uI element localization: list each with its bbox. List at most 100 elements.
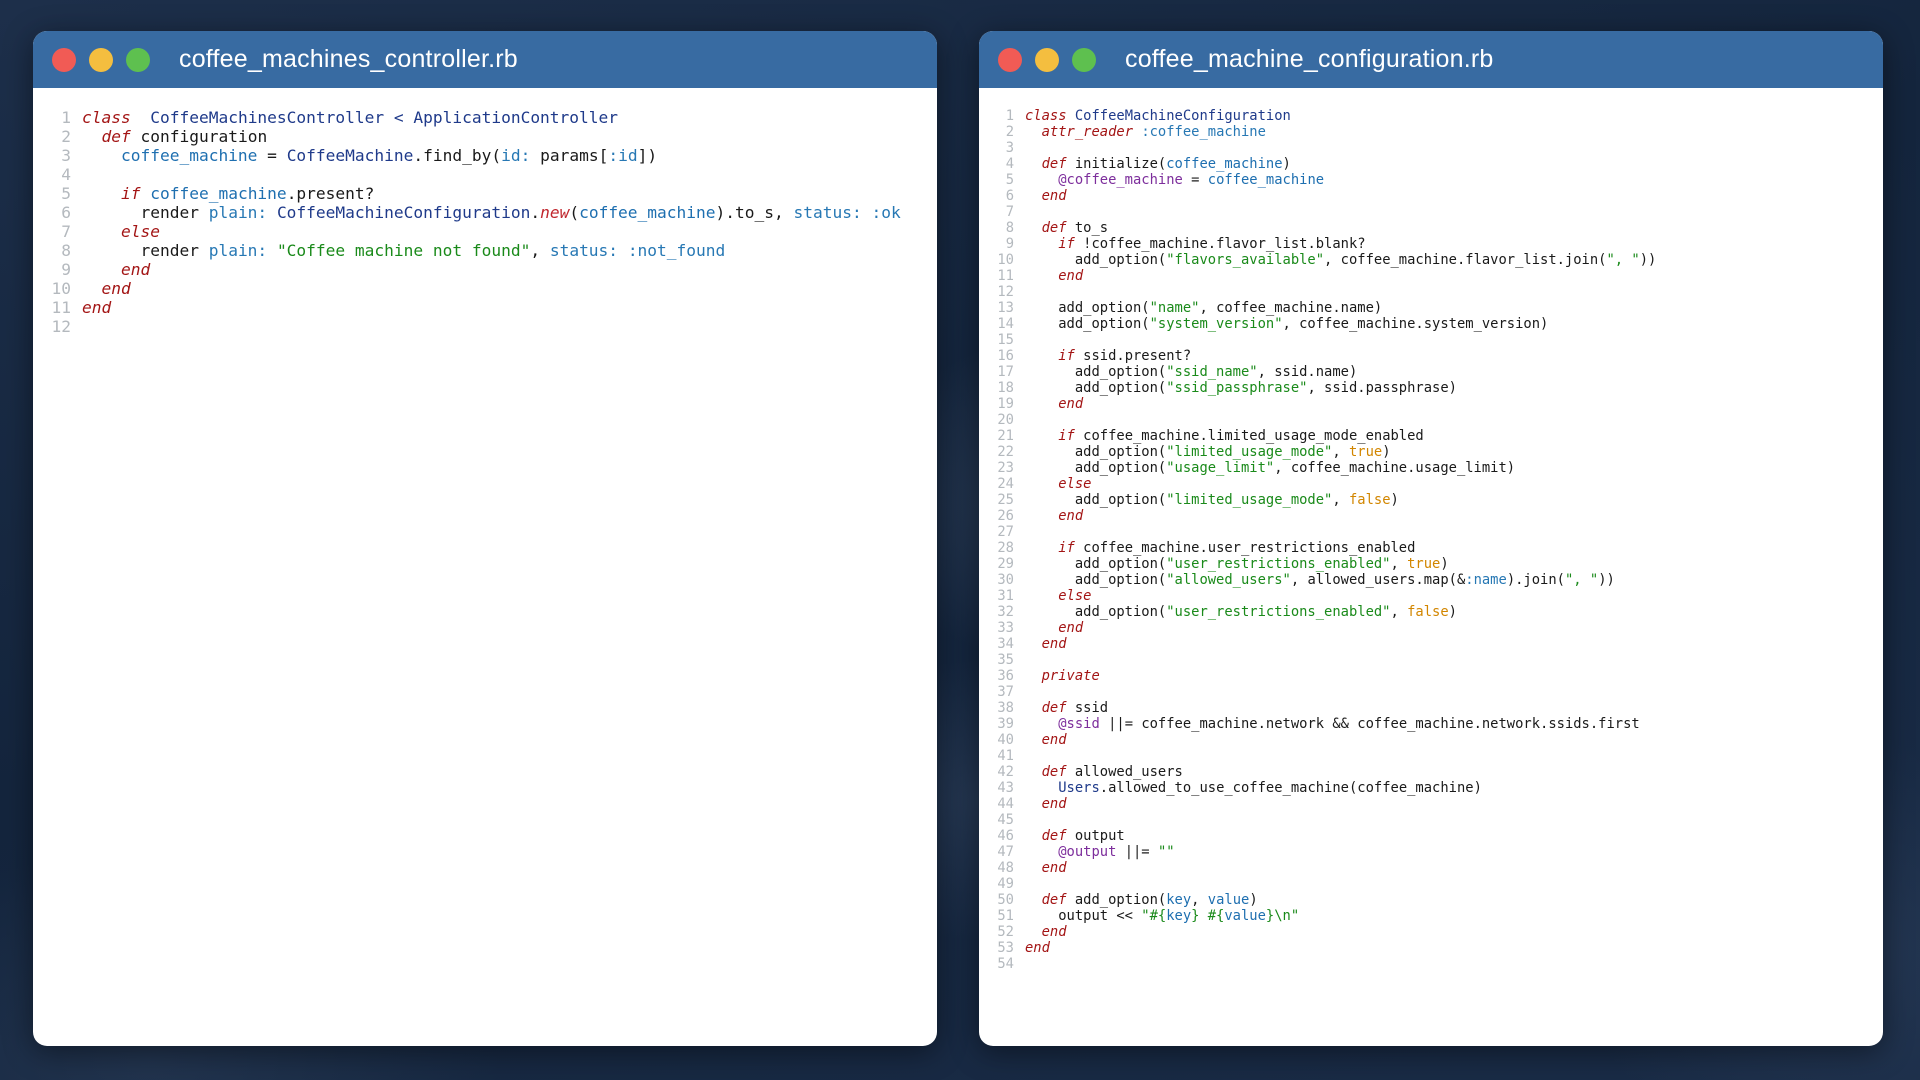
code-line[interactable]: 35	[979, 652, 1883, 668]
code-editor[interactable]: 1 class CoffeeMachineConfiguration 2 attr_…	[979, 88, 1883, 972]
code-token: ])	[637, 146, 658, 165]
code-line[interactable]: 39 @ssid ||= coffee_machine.network && c…	[979, 716, 1883, 732]
code-line[interactable]: 13 add_option("name", coffee_machine.nam…	[979, 300, 1883, 316]
code-line[interactable]: 10 add_option("flavors_available", coffe…	[979, 252, 1883, 268]
code-line[interactable]: 51 output << "#{key} #{value}\n"	[979, 908, 1883, 924]
code-text: @coffee_machine = coffee_machine	[1025, 172, 1324, 188]
code-line[interactable]: 6 render plain: CoffeeMachineConfigurati…	[33, 203, 937, 222]
code-line[interactable]: 47 @output ||= ""	[979, 844, 1883, 860]
code-line[interactable]: 3 coffee_machine = CoffeeMachine.find_by…	[33, 146, 937, 165]
code-line[interactable]: 14 add_option("system_version", coffee_m…	[979, 316, 1883, 332]
code-line[interactable]: 43 Users.allowed_to_use_coffee_machine(c…	[979, 780, 1883, 796]
code-line[interactable]: 12	[33, 317, 937, 336]
code-line[interactable]: 41	[979, 748, 1883, 764]
code-line[interactable]: 9 if !coffee_machine.flavor_list.blank?	[979, 236, 1883, 252]
code-line[interactable]: 31 else	[979, 588, 1883, 604]
code-line[interactable]: 7 else	[33, 222, 937, 241]
code-token: coffee_machine	[579, 203, 716, 222]
close-button[interactable]	[998, 47, 1022, 72]
code-token: new	[540, 203, 570, 222]
code-line[interactable]: 37	[979, 684, 1883, 700]
editor-window-configuration[interactable]: coffee_machine_configuration.rb 1 class C…	[979, 31, 1883, 1046]
code-line[interactable]: 38 def ssid	[979, 700, 1883, 716]
code-token: ,	[1390, 604, 1408, 620]
code-line[interactable]: 5 if coffee_machine.present?	[33, 184, 937, 203]
code-line[interactable]: 33 end	[979, 620, 1883, 636]
code-line[interactable]: 45	[979, 812, 1883, 828]
code-token: else	[1058, 476, 1092, 492]
code-line[interactable]: 5 @coffee_machine = coffee_machine	[979, 172, 1883, 188]
code-line[interactable]: 17 add_option("ssid_name", ssid.name)	[979, 364, 1883, 380]
code-token: false	[1348, 492, 1391, 508]
code-line[interactable]: 10 end	[33, 279, 937, 298]
code-line[interactable]: 18 add_option("ssid_passphrase", ssid.pa…	[979, 380, 1883, 396]
code-line[interactable]: 4 def initialize(coffee_machine)	[979, 156, 1883, 172]
code-line[interactable]: 7	[979, 204, 1883, 220]
code-line[interactable]: 26 end	[979, 508, 1883, 524]
minimize-button[interactable]	[89, 47, 113, 72]
code-line[interactable]: 49	[979, 876, 1883, 892]
code-line[interactable]: 40 end	[979, 732, 1883, 748]
code-line[interactable]: 23 add_option("usage_limit", coffee_mach…	[979, 460, 1883, 476]
code-line[interactable]: 19 end	[979, 396, 1883, 412]
code-line[interactable]: 34 end	[979, 636, 1883, 652]
code-line[interactable]: 11 end	[33, 298, 937, 317]
code-line[interactable]: 25 add_option("limited_usage_mode", fals…	[979, 492, 1883, 508]
code-token: coffee_machine.limited_usage_mode_enable…	[1074, 428, 1424, 444]
window-titlebar[interactable]: coffee_machines_controller.rb	[33, 31, 937, 88]
code-line[interactable]: 28 if coffee_machine.user_restrictions_e…	[979, 540, 1883, 556]
close-button[interactable]	[52, 47, 76, 72]
code-token: @coffee_machine	[1058, 172, 1183, 188]
line-number: 10	[51, 279, 72, 298]
code-line[interactable]: 12	[979, 284, 1883, 300]
code-line[interactable]: 8 render plain: "Coffee machine not foun…	[33, 241, 937, 260]
code-line[interactable]: 36 private	[979, 668, 1883, 684]
code-token: attr_reader	[1041, 124, 1133, 140]
code-line[interactable]: 42 def allowed_users	[979, 764, 1883, 780]
code-text: if coffee_machine.user_restrictions_enab…	[1025, 540, 1415, 556]
maximize-button[interactable]	[126, 47, 150, 72]
code-line[interactable]: 15	[979, 332, 1883, 348]
code-line[interactable]: 46 def output	[979, 828, 1883, 844]
code-line[interactable]: 48 end	[979, 860, 1883, 876]
code-token: =	[257, 146, 287, 165]
code-token: key	[1166, 908, 1192, 924]
code-line[interactable]: 22 add_option("limited_usage_mode", true…	[979, 444, 1883, 460]
code-line[interactable]: 11 end	[979, 268, 1883, 284]
code-line[interactable]: 6 end	[979, 188, 1883, 204]
code-line[interactable]: 2 def configuration	[33, 127, 937, 146]
code-token: end	[1041, 924, 1067, 940]
code-line[interactable]: 24 else	[979, 476, 1883, 492]
minimize-button[interactable]	[1035, 47, 1059, 72]
code-token: ).join(	[1506, 572, 1565, 588]
code-editor[interactable]: 1 class CoffeeMachinesController < Applic…	[33, 88, 937, 336]
code-line[interactable]: 27	[979, 524, 1883, 540]
code-line[interactable]: 1 class CoffeeMachinesController < Applic…	[33, 108, 937, 127]
code-line[interactable]: 16 if ssid.present?	[979, 348, 1883, 364]
editor-window-controller[interactable]: coffee_machines_controller.rb 1 class Cof…	[33, 31, 937, 1046]
window-titlebar[interactable]: coffee_machine_configuration.rb	[979, 31, 1883, 88]
code-line[interactable]: 32 add_option("user_restrictions_enabled…	[979, 604, 1883, 620]
code-line[interactable]: 54	[979, 956, 1883, 972]
code-token: if	[1058, 236, 1075, 252]
code-line[interactable]: 20	[979, 412, 1883, 428]
code-line[interactable]: 29 add_option("user_restrictions_enabled…	[979, 556, 1883, 572]
code-line[interactable]: 3	[979, 140, 1883, 156]
code-line[interactable]: 53 end	[979, 940, 1883, 956]
code-line[interactable]: 50 def add_option(key, value)	[979, 892, 1883, 908]
code-line[interactable]: 44 end	[979, 796, 1883, 812]
code-line[interactable]: 8 def to_s	[979, 220, 1883, 236]
code-line[interactable]: 30 add_option("allowed_users", allowed_u…	[979, 572, 1883, 588]
code-line[interactable]: 1 class CoffeeMachineConfiguration	[979, 108, 1883, 124]
code-line[interactable]: 2 attr_reader :coffee_machine	[979, 124, 1883, 140]
code-line[interactable]: 4	[33, 165, 937, 184]
maximize-button[interactable]	[1072, 47, 1096, 72]
code-line[interactable]: 9 end	[33, 260, 937, 279]
code-line[interactable]: 52 end	[979, 924, 1883, 940]
code-line[interactable]: 21 if coffee_machine.limited_usage_mode_…	[979, 428, 1883, 444]
